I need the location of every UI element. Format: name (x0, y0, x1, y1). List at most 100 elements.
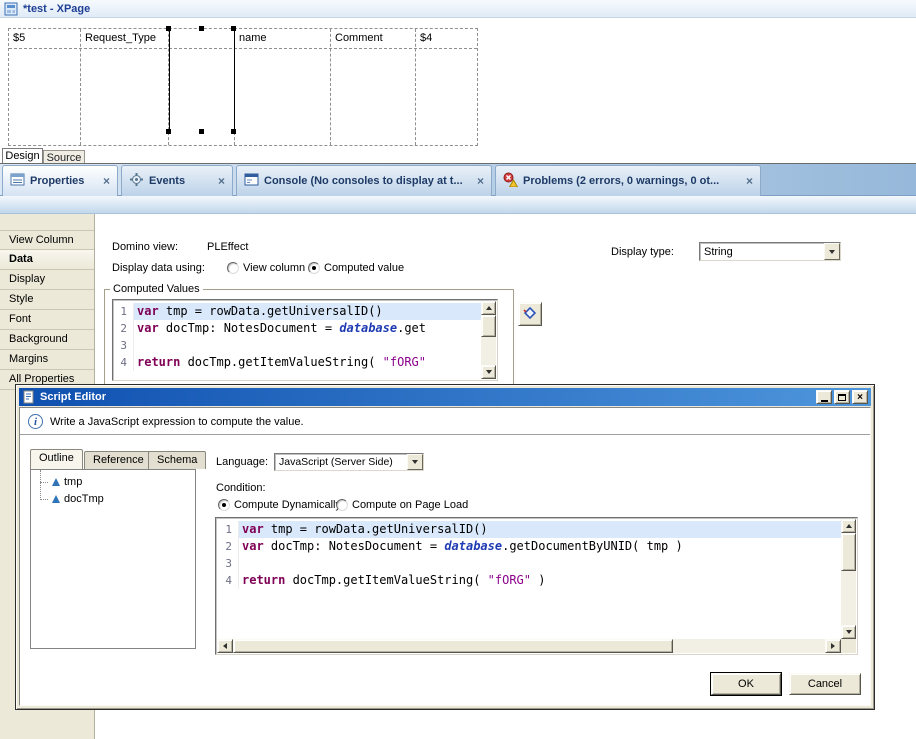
computed-value-radio[interactable] (308, 262, 320, 274)
selection-handle[interactable] (166, 26, 171, 31)
sidebar-item-label: Style (9, 293, 33, 305)
xpage-view-table: $5 Request_Type name Comment $4 (8, 28, 478, 146)
arrow-left-icon (223, 643, 227, 649)
ok-button-label: OK (738, 678, 754, 690)
maximize-button[interactable] (834, 390, 850, 404)
chevron-down-icon (412, 460, 418, 464)
outline-item-tmp[interactable]: tmp (40, 476, 82, 488)
script-editor-code[interactable]: 1 var tmp = rowData.getUniversalID() 2 v… (215, 517, 858, 655)
view-column-cell[interactable]: name (235, 29, 331, 145)
sidebar-item-view-column[interactable]: View Column (0, 230, 94, 250)
sidebar-item-margins[interactable]: Margins (0, 350, 94, 370)
code-text (134, 337, 481, 354)
scrollbar-left-button[interactable] (217, 639, 233, 653)
view-column-radio[interactable] (227, 262, 239, 274)
tab-design-label: Design (5, 150, 39, 162)
tab-events[interactable]: Events × (121, 165, 233, 196)
scrollbar-down-button[interactable] (841, 625, 856, 639)
dropdown-button[interactable] (407, 454, 423, 470)
compute-dynamically-label[interactable]: Compute Dynamically (234, 499, 341, 511)
compute-on-page-load-label[interactable]: Compute on Page Load (352, 499, 468, 511)
selection-handle[interactable] (166, 129, 171, 134)
sidebar-item-display[interactable]: Display (0, 270, 94, 290)
dropdown-button[interactable] (824, 243, 840, 260)
computed-values-editor[interactable]: 1 var tmp = rowData.getUniversalID() 2 v… (112, 299, 498, 381)
open-script-editor-button[interactable] (518, 302, 542, 326)
code-text: var docTmp: NotesDocument = database.get (134, 320, 481, 337)
view-column-cell[interactable]: Comment (331, 29, 416, 145)
scrollbar-thumb[interactable] (233, 639, 673, 653)
design-canvas[interactable]: $5 Request_Type name Comment $4 (0, 18, 916, 147)
selection-handle[interactable] (231, 129, 236, 134)
ok-button[interactable]: OK (711, 673, 781, 695)
tab-outline[interactable]: Outline (30, 449, 83, 469)
scrollbar-up-button[interactable] (481, 301, 496, 315)
condition-label: Condition: (216, 482, 266, 494)
column-label: Request_Type (85, 32, 156, 44)
sidebar-item-data[interactable]: Data (0, 250, 94, 270)
language-select[interactable]: JavaScript (Server Side) (274, 453, 424, 471)
editor-title-bar[interactable]: *test - XPage (0, 0, 916, 18)
view-column-radio-label[interactable]: View column (243, 262, 305, 274)
selection-handle[interactable] (199, 26, 204, 31)
cancel-button[interactable]: Cancel (789, 673, 861, 695)
horizontal-scrollbar[interactable] (217, 639, 841, 653)
scrollbar-right-button[interactable] (825, 639, 841, 653)
tab-close-icon[interactable]: × (103, 174, 110, 188)
line-number: 1 (217, 521, 239, 538)
computed-value-radio-label[interactable]: Computed value (324, 262, 404, 274)
problems-icon (503, 172, 518, 190)
dialog-titlebar[interactable]: Script Editor × (19, 388, 871, 406)
selection-handle[interactable] (231, 26, 236, 31)
selection-border (169, 29, 170, 131)
scrollbar-up-button[interactable] (841, 519, 856, 533)
scrollbar-thumb[interactable] (481, 315, 496, 337)
sidebar-item-label: Background (9, 333, 68, 345)
vertical-scrollbar[interactable] (841, 519, 856, 639)
view-column-cell[interactable]: $4 (416, 29, 479, 145)
arrow-down-icon (846, 630, 852, 634)
compute-on-page-load-radio[interactable] (336, 499, 348, 511)
line-number: 4 (114, 354, 134, 371)
vertical-scrollbar[interactable] (481, 301, 496, 379)
script-editor-icon (22, 390, 36, 404)
tab-source[interactable]: Source (43, 150, 85, 163)
scrollbar-down-button[interactable] (481, 365, 496, 379)
tab-properties[interactable]: Properties × (2, 165, 118, 196)
code-line: 3 (114, 337, 481, 354)
close-button[interactable]: × (852, 390, 868, 404)
view-column-cell[interactable]: Request_Type (81, 29, 169, 145)
line-number: 3 (114, 337, 134, 354)
tab-close-icon[interactable]: × (477, 174, 484, 188)
header-row-divider (9, 48, 477, 49)
scrollbar-thumb[interactable] (841, 533, 856, 571)
arrow-down-icon (486, 370, 492, 374)
sidebar-item-label: Margins (9, 353, 48, 365)
tab-close-icon[interactable]: × (746, 174, 753, 188)
tab-design[interactable]: Design (2, 148, 43, 163)
minimize-button[interactable] (816, 390, 832, 404)
variable-icon (52, 495, 60, 503)
code-text: var docTmp: NotesDocument = database.get… (239, 538, 841, 555)
display-type-value: String (700, 246, 824, 258)
sidebar-item-label: View Column (9, 234, 74, 246)
outline-item-doctmp[interactable]: docTmp (40, 493, 104, 505)
tab-console[interactable]: Console (No consoles to display at t... … (236, 165, 492, 196)
selection-handle[interactable] (199, 129, 204, 134)
sidebar-item-font[interactable]: Font (0, 310, 94, 330)
display-type-select[interactable]: String (699, 242, 841, 261)
outline-item-label: docTmp (64, 493, 104, 505)
tab-reference[interactable]: Reference (84, 451, 153, 469)
display-type-label: Display type: (611, 246, 674, 258)
view-column-cell-selected[interactable] (169, 29, 235, 145)
divider (20, 434, 870, 435)
tab-schema[interactable]: Schema (148, 451, 206, 469)
tab-problems[interactable]: Problems (2 errors, 0 warnings, 0 ot... … (495, 165, 761, 196)
view-column-cell[interactable]: $5 (9, 29, 81, 145)
sidebar-item-style[interactable]: Style (0, 290, 94, 310)
tab-close-icon[interactable]: × (218, 174, 225, 188)
line-number: 2 (217, 538, 239, 555)
outline-tree[interactable]: tmp docTmp (30, 469, 196, 649)
sidebar-item-background[interactable]: Background (0, 330, 94, 350)
compute-dynamically-radio[interactable] (218, 499, 230, 511)
